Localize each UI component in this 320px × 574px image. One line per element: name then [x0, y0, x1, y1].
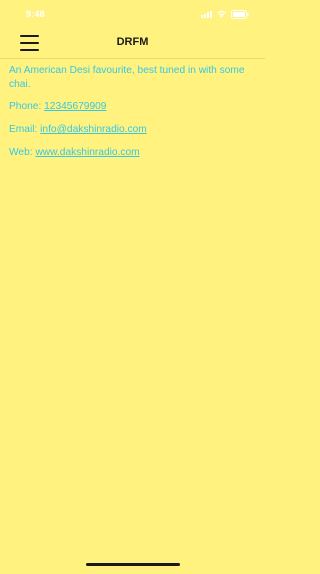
phone-link[interactable]: 12345679909 [44, 101, 106, 112]
signal-icon [201, 10, 212, 18]
email-line: Email: info@dakshinradio.com [9, 123, 257, 137]
home-indicator[interactable] [86, 563, 180, 566]
status-bar: 9:48 [0, 0, 265, 28]
email-label: Email: [9, 124, 41, 135]
status-icons [201, 9, 249, 19]
station-description: An American Desi favourite, best tuned i… [9, 65, 245, 90]
web-label: Web: [9, 147, 36, 158]
wifi-icon [216, 10, 227, 18]
page-title: DRFM [116, 36, 149, 48]
navigation-bar: DRFM [0, 28, 265, 59]
phone-label: Phone: [9, 101, 45, 112]
battery-icon [231, 9, 249, 19]
web-link[interactable]: www.dakshinradio.com [35, 147, 139, 158]
station-info: An American Desi favourite, best tuned i… [9, 64, 257, 169]
phone-line: Phone: 12345679909 [9, 100, 257, 114]
status-time: 9:48 [26, 9, 45, 19]
web-line: Web: www.dakshinradio.com [9, 146, 257, 160]
email-link[interactable]: info@dakshinradio.com [40, 124, 147, 135]
